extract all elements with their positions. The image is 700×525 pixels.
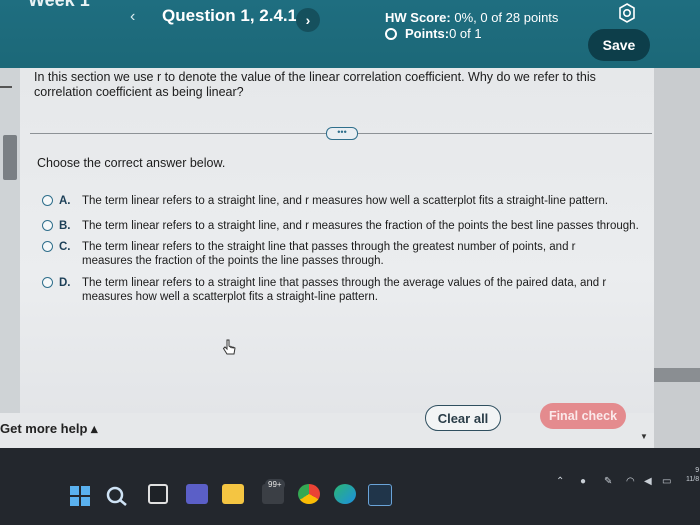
option-letter: B. [59, 220, 71, 232]
tray-app-icon[interactable]: ● [580, 476, 586, 487]
tray-chevron-icon[interactable]: ⌃ [556, 476, 564, 487]
right-scrollbar-thumb[interactable] [654, 368, 700, 382]
right-side-panel [654, 68, 700, 448]
question-text: In this section we use r to denote the v… [34, 70, 596, 99]
battery-icon[interactable]: ▭ [662, 476, 671, 487]
answer-option-b[interactable]: B. The term linear refers to a straight … [42, 219, 642, 235]
wifi-icon[interactable]: ◠ [626, 476, 635, 487]
option-text: The term linear refers to a straight lin… [82, 220, 639, 232]
radio-icon[interactable] [42, 195, 53, 206]
task-view-icon[interactable] [148, 484, 168, 504]
file-explorer-icon[interactable] [222, 484, 244, 504]
save-button[interactable]: Save [588, 29, 650, 61]
scroll-down-arrow-icon[interactable]: ▼ [640, 432, 648, 441]
get-more-help-button[interactable]: Get more help ▴ [0, 421, 98, 437]
notification-badge: 99+ [265, 479, 285, 490]
previous-question-button[interactable]: ‹ [130, 8, 135, 26]
points-label: Points: [405, 26, 450, 41]
app-icon[interactable] [368, 484, 392, 506]
radio-icon[interactable] [42, 277, 53, 288]
tray-pen-icon[interactable]: ✎ [604, 476, 612, 487]
option-letter: A. [59, 195, 71, 207]
week-label: Week 1 [28, 0, 90, 10]
option-letter: C. [59, 241, 71, 253]
next-question-button[interactable]: › [296, 8, 320, 32]
hw-score: HW Score: 0%, 0 of 28 points [385, 10, 558, 25]
radio-icon[interactable] [42, 241, 53, 252]
left-side-panel [0, 68, 20, 413]
chat-icon[interactable] [186, 484, 208, 504]
option-text: The term linear refers to the straight l… [82, 241, 576, 267]
volume-icon[interactable]: ◀ [644, 476, 652, 487]
answer-option-d[interactable]: D. The term linear refers to a straight … [42, 276, 642, 306]
chrome-icon[interactable] [298, 484, 320, 504]
windows-start-icon[interactable] [70, 486, 90, 506]
left-scrollbar-thumb[interactable] [3, 135, 17, 180]
radio-icon[interactable] [42, 220, 53, 231]
expand-more-button[interactable]: ••• [326, 127, 358, 140]
settings-gear-icon[interactable] [616, 2, 638, 24]
option-text: The term linear refers to a straight lin… [82, 195, 609, 207]
points-status: Points: 0 of 1 [385, 26, 482, 41]
hw-score-label: HW Score: [385, 10, 451, 25]
header-bar: Week 1 ‹ Question 1, 2.4.1 › HW Score: 0… [0, 0, 700, 68]
answer-option-a[interactable]: A. The term linear refers to a straight … [42, 194, 642, 210]
mouse-cursor-icon [222, 339, 238, 362]
answer-instruction: Choose the correct answer below. [37, 156, 226, 170]
clear-all-button[interactable]: Clear all [425, 405, 501, 431]
answer-option-c[interactable]: C. The term linear refers to the straigh… [42, 240, 642, 270]
points-circle-icon [385, 27, 397, 40]
hw-score-value: 0%, 0 of 28 points [450, 10, 559, 25]
option-text: The term linear refers to a straight lin… [82, 277, 607, 303]
edge-icon[interactable] [334, 484, 356, 504]
clock-date: 9 11/8 [686, 467, 700, 483]
final-check-button[interactable]: Final check [540, 403, 626, 429]
question-title: Question 1, 2.4.1 [162, 6, 298, 25]
option-letter: D. [59, 277, 71, 289]
divider [0, 86, 12, 88]
search-icon[interactable] [106, 486, 128, 511]
points-value: 0 of 1 [449, 26, 482, 41]
